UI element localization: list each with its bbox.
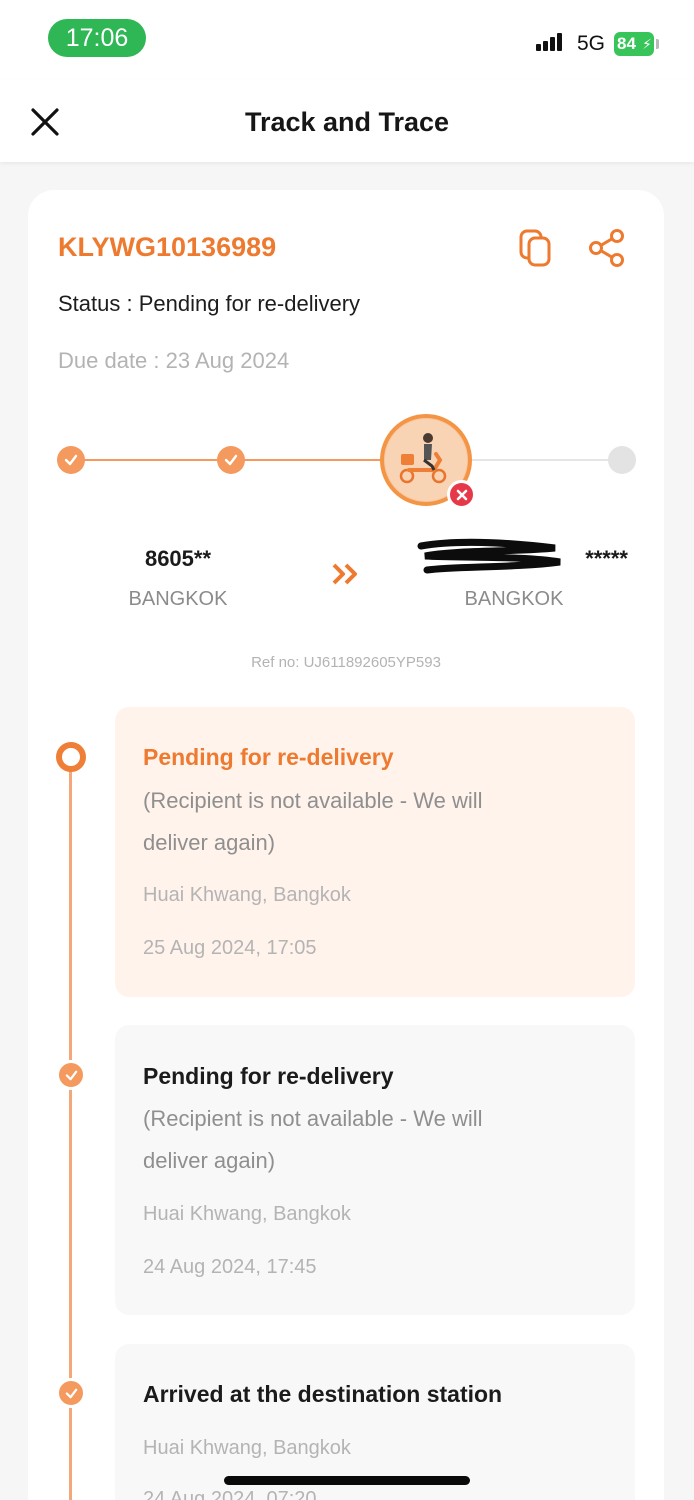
redaction-scribble (415, 538, 565, 576)
status-time: 17:06 (48, 19, 146, 57)
timeline-done-dot (56, 1378, 86, 1408)
battery-level: 84 (617, 34, 636, 53)
reference-number: Ref no: UJ611892605YP593 (251, 654, 441, 671)
status-bar: 17:06 5G 84 ⚡ (0, 0, 694, 80)
timeline-done-dot (56, 1060, 86, 1090)
origin-postcode: 8605** (144, 546, 212, 571)
progress-tracker (28, 412, 664, 509)
event-description: (Recipient is not available - We will de… (143, 788, 483, 855)
event-title: Arrived at the destination station (143, 1381, 503, 1407)
event-location: Huai Khwang, Bangkok (143, 1203, 351, 1225)
page-title: Track and Trace (244, 107, 450, 137)
tracking-number: KLYWG10136989 (58, 232, 277, 262)
event-time: 24 Aug 2024, 07:20 (143, 1488, 317, 1500)
progress-step-4 (608, 446, 636, 474)
progress-line-todo (468, 459, 618, 461)
copy-icon (519, 229, 551, 267)
network-type: 5G (577, 32, 606, 55)
share-button[interactable] (587, 228, 627, 268)
progress-step-1 (57, 446, 85, 474)
event-description: (Recipient is not available - We will de… (143, 1106, 483, 1173)
timeline-event-current[interactable]: Pending for re-delivery (Recipient is no… (115, 707, 635, 997)
header: Track and Trace (0, 80, 694, 162)
battery-nub (656, 39, 659, 49)
origin-city: BANGKOK (128, 588, 228, 610)
event-time: 24 Aug 2024, 17:45 (143, 1256, 317, 1278)
event-title: Pending for re-delivery (143, 1063, 394, 1089)
progress-step-2 (217, 446, 245, 474)
double-chevron-right-icon (331, 562, 361, 586)
timeline-event[interactable]: Pending for re-delivery (Recipient is no… (115, 1025, 635, 1315)
share-icon (589, 229, 624, 267)
check-icon (65, 1070, 77, 1080)
check-icon (65, 1388, 77, 1398)
charging-icon: ⚡ (642, 36, 652, 52)
check-icon (64, 454, 78, 466)
signal-icon (536, 33, 562, 51)
check-icon (224, 454, 238, 466)
event-location: Huai Khwang, Bangkok (143, 884, 351, 906)
event-time: 25 Aug 2024, 17:05 (143, 937, 317, 959)
battery-icon: 84 ⚡ (614, 32, 654, 56)
failed-badge-icon (447, 480, 476, 509)
event-title: Pending for re-delivery (143, 744, 394, 770)
event-location: Huai Khwang, Bangkok (143, 1437, 351, 1459)
copy-button[interactable] (518, 228, 554, 268)
due-date: Due date : 23 Aug 2024 (58, 348, 290, 373)
home-indicator[interactable] (224, 1476, 470, 1485)
destination-city: BANGKOK (464, 588, 564, 610)
timeline-current-dot (56, 742, 86, 772)
parcel-card: KLYWG10136989 Status : Pending for re-de… (28, 190, 664, 1500)
parcel-status: Status : Pending for re-delivery (58, 291, 361, 316)
